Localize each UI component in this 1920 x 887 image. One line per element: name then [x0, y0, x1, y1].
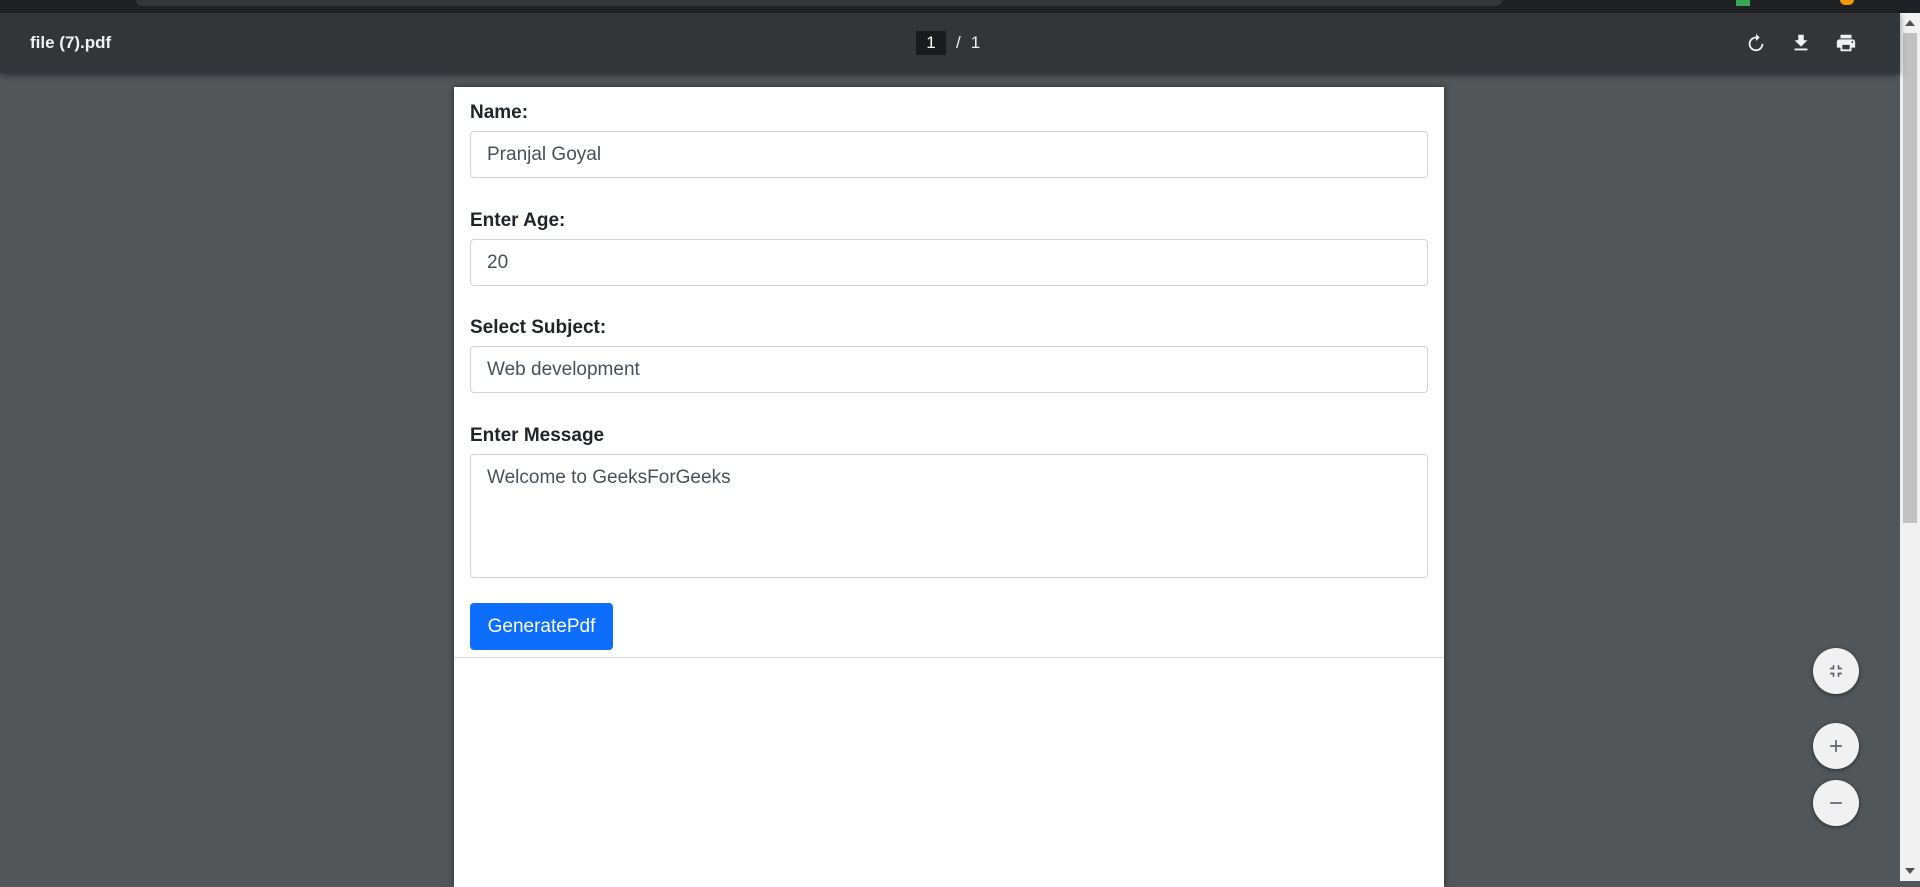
print-icon — [1836, 34, 1856, 52]
extension-icon[interactable] — [1840, 0, 1854, 5]
zoom-out-icon — [1830, 802, 1842, 804]
message-textarea[interactable]: Welcome to GeeksForGeeks — [470, 454, 1428, 578]
pdf-viewer-toolbar: file (7).pdf / 1 — [0, 13, 1900, 73]
extension-icon[interactable] — [1736, 0, 1750, 6]
page-number-input[interactable] — [916, 31, 946, 55]
document-title: file (7).pdf — [30, 33, 112, 52]
age-input[interactable]: 20 — [470, 239, 1428, 286]
fit-to-page-button[interactable] — [1813, 648, 1859, 694]
scroll-up-arrow-icon[interactable] — [1905, 20, 1915, 26]
total-pages: 1 — [970, 33, 981, 52]
message-field-group: Enter Message Welcome to GeeksForGeeks — [470, 424, 1428, 578]
subject-select[interactable]: Web development — [470, 346, 1428, 393]
fit-to-page-icon — [1830, 665, 1842, 677]
zoom-in-icon — [1830, 740, 1842, 752]
name-input[interactable]: Pranjal Goyal — [470, 131, 1428, 178]
browser-chrome-strip — [0, 0, 1920, 13]
generate-pdf-button[interactable]: GeneratePdf — [470, 603, 613, 650]
age-field-group: Enter Age: 20 — [470, 209, 1428, 286]
pdf-page: Name: Pranjal Goyal Enter Age: 20 Select… — [454, 87, 1444, 887]
scroll-down-arrow-icon[interactable] — [1905, 868, 1915, 874]
address-bar[interactable] — [136, 0, 1502, 6]
vertical-scrollbar[interactable] — [1900, 13, 1920, 881]
page-divider — [454, 657, 1444, 658]
page-indicator: / 1 — [916, 30, 980, 56]
download-button[interactable] — [1786, 28, 1816, 58]
subject-label: Select Subject: — [470, 317, 607, 338]
name-label: Name: — [470, 102, 529, 123]
age-label: Enter Age: — [470, 210, 566, 231]
name-field-group: Name: Pranjal Goyal — [470, 101, 1428, 178]
page-separator: / — [956, 33, 961, 52]
subject-field-group: Select Subject: Web development — [470, 316, 1428, 393]
scrollbar-thumb[interactable] — [1903, 33, 1917, 523]
rotate-icon — [1748, 33, 1764, 52]
zoom-out-button[interactable] — [1813, 780, 1859, 826]
zoom-in-button[interactable] — [1813, 723, 1859, 769]
print-button[interactable] — [1831, 28, 1861, 58]
download-icon — [1794, 34, 1808, 51]
rotate-button[interactable] — [1741, 28, 1771, 58]
message-label: Enter Message — [470, 425, 605, 446]
